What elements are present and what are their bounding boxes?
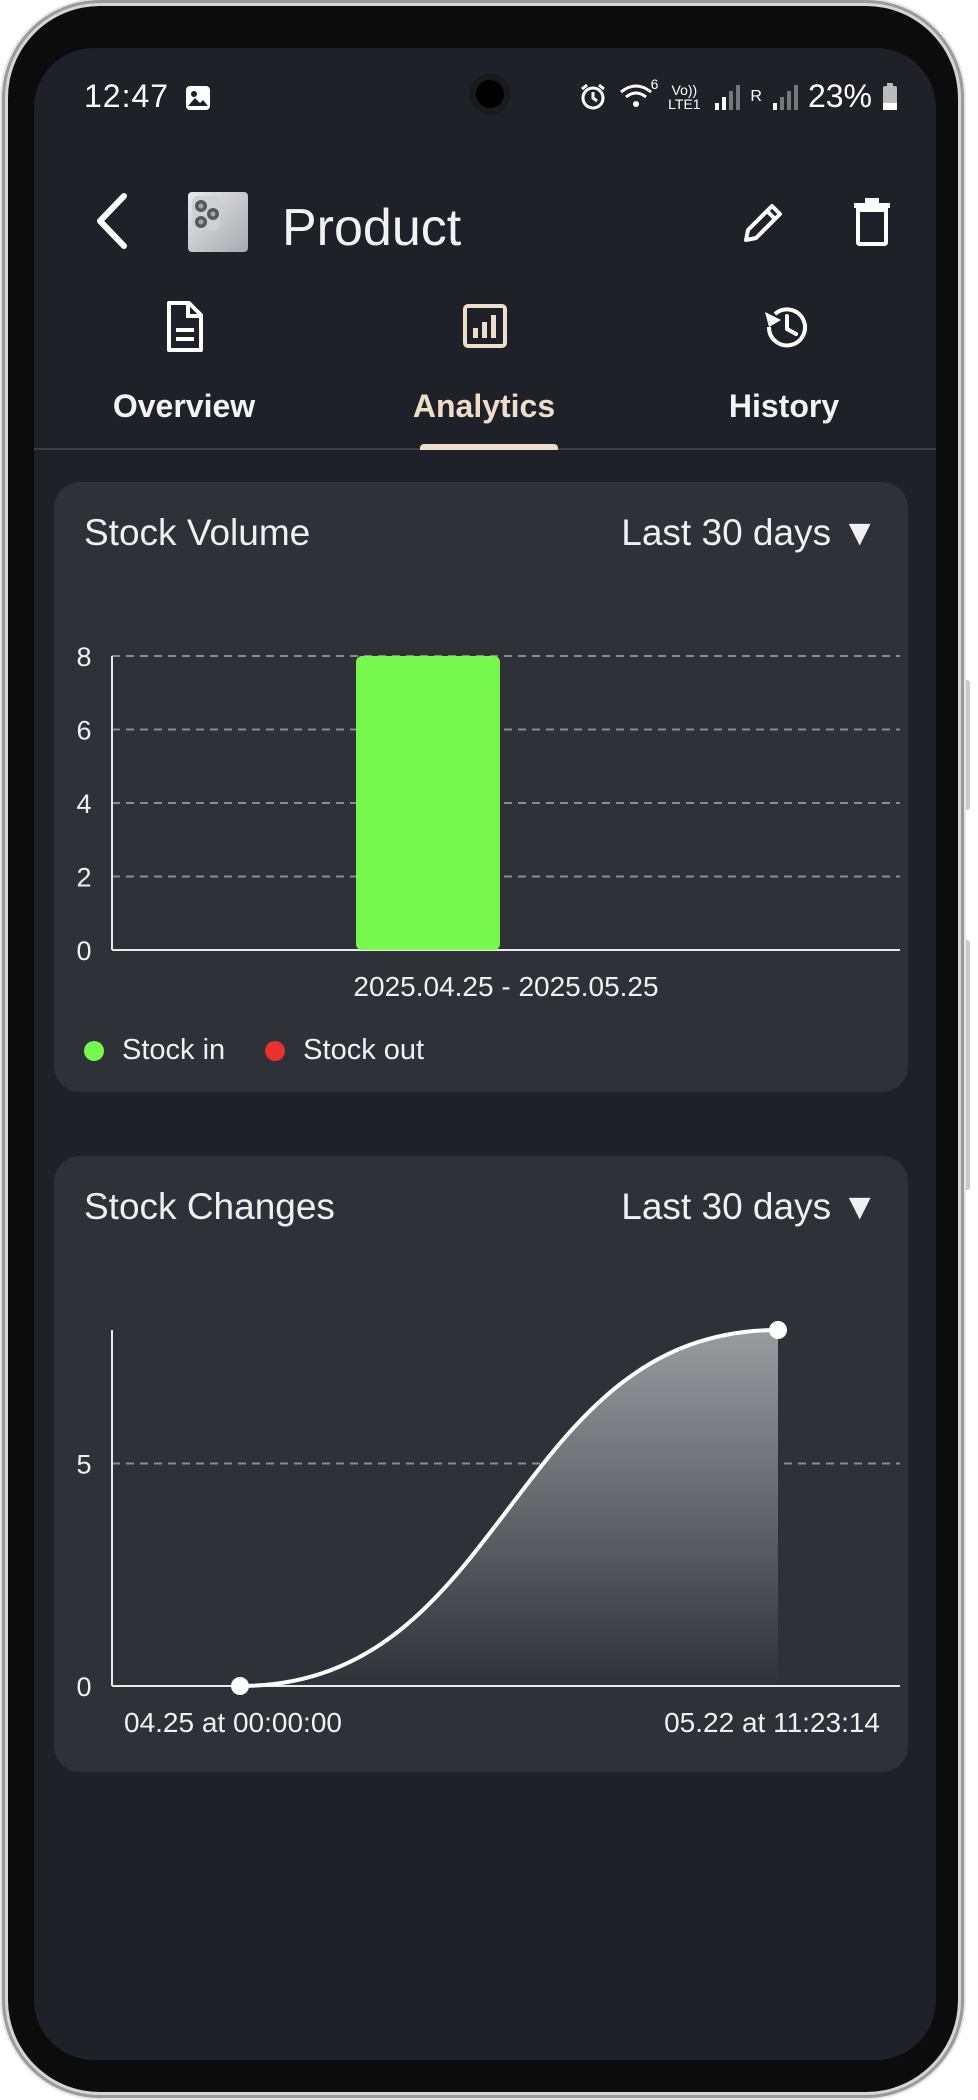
- stock-changes-card: Stock Changes Last 30 days ▼ 0 5 04.25 at …: [54, 1156, 908, 1772]
- document-icon: [159, 300, 209, 359]
- active-tab-indicator: [420, 444, 558, 450]
- volte-badge: Vo)) LTE1: [668, 81, 701, 112]
- product-thumbnail: [188, 192, 248, 252]
- tab-label: Analytics: [412, 388, 556, 424]
- chart-legend: Stock in Stock out: [84, 1034, 464, 1067]
- status-icons: 6 Vo)) LTE1 R 23%: [578, 76, 898, 115]
- data-point: [769, 1321, 787, 1339]
- tab-label: History: [728, 388, 840, 424]
- x-tick-label: 05.22 at 11:23:14: [664, 1707, 880, 1738]
- front-camera: [470, 74, 510, 114]
- data-point: [231, 1677, 249, 1695]
- stock-volume-card: Stock Volume Last 30 days ▼ 0 2 4 6 8 2025.04…: [54, 482, 908, 1092]
- app-screen: 12:47 6 Vo)) LTE1 R 23% Product Overview…: [34, 48, 936, 2060]
- x-tick-label: 2025.04.25 - 2025.05.25: [353, 971, 658, 1002]
- legend-dot-icon: [84, 1040, 104, 1061]
- legend-stock-out: Stock out: [265, 1034, 424, 1067]
- y-tick-label: 4: [76, 789, 91, 819]
- alarm-icon: [578, 82, 608, 112]
- status-time: 12:47: [84, 78, 170, 114]
- tab-history[interactable]: History: [634, 288, 934, 448]
- battery-icon: [882, 82, 898, 111]
- status-bar: 12:47 6 Vo)) LTE1 R 23%: [34, 48, 936, 144]
- y-tick-label: 8: [76, 642, 91, 672]
- x-tick-label: 04.25 at 00:00:00: [124, 1707, 342, 1738]
- y-tick-label: 6: [76, 716, 91, 746]
- delete-trash-icon[interactable]: [852, 196, 892, 251]
- tab-bar: Overview Analytics History: [34, 288, 936, 450]
- signal-icon-2: [772, 83, 798, 111]
- tab-analytics[interactable]: Analytics: [334, 288, 634, 448]
- back-arrow-icon[interactable]: [92, 192, 132, 255]
- power-button: [962, 940, 970, 1190]
- wifi-icon: 6: [618, 76, 658, 112]
- history-clock-icon: [759, 300, 813, 359]
- stock-volume-chart: 0 2 4 6 8 2025.04.25 - 2025.05.25: [76, 642, 900, 1002]
- roaming-badge: R: [750, 87, 762, 105]
- stock-changes-chart: 0 5 04.25 at 00:00:00 05.22 at 11:23:14: [76, 1321, 900, 1738]
- wifi-badge: 6: [650, 75, 659, 92]
- signal-icon-1: [714, 83, 741, 111]
- battery-level: 23%: [807, 78, 872, 114]
- tab-label: Overview: [112, 388, 256, 424]
- y-tick-label: 2: [76, 863, 91, 893]
- edit-pencil-icon[interactable]: [740, 198, 788, 251]
- legend-stock-in: Stock in: [84, 1034, 225, 1067]
- legend-dot-icon: [265, 1040, 286, 1061]
- legend-label: Stock out: [303, 1034, 425, 1066]
- page-title: Product: [282, 199, 462, 257]
- app-bar: Product: [34, 148, 936, 258]
- y-tick-label: 0: [76, 1672, 91, 1702]
- legend-label: Stock in: [122, 1034, 226, 1066]
- volume-button: [962, 680, 970, 810]
- y-tick-label: 0: [76, 936, 91, 966]
- gallery-notification-icon: [184, 82, 212, 121]
- tab-overview[interactable]: Overview: [34, 288, 334, 448]
- bar-stock-in: [356, 656, 500, 950]
- y-tick-label: 5: [76, 1450, 91, 1480]
- bar-chart-icon: [459, 300, 509, 359]
- phone-frame: 12:47 6 Vo)) LTE1 R 23% Product Overview…: [8, 6, 958, 2092]
